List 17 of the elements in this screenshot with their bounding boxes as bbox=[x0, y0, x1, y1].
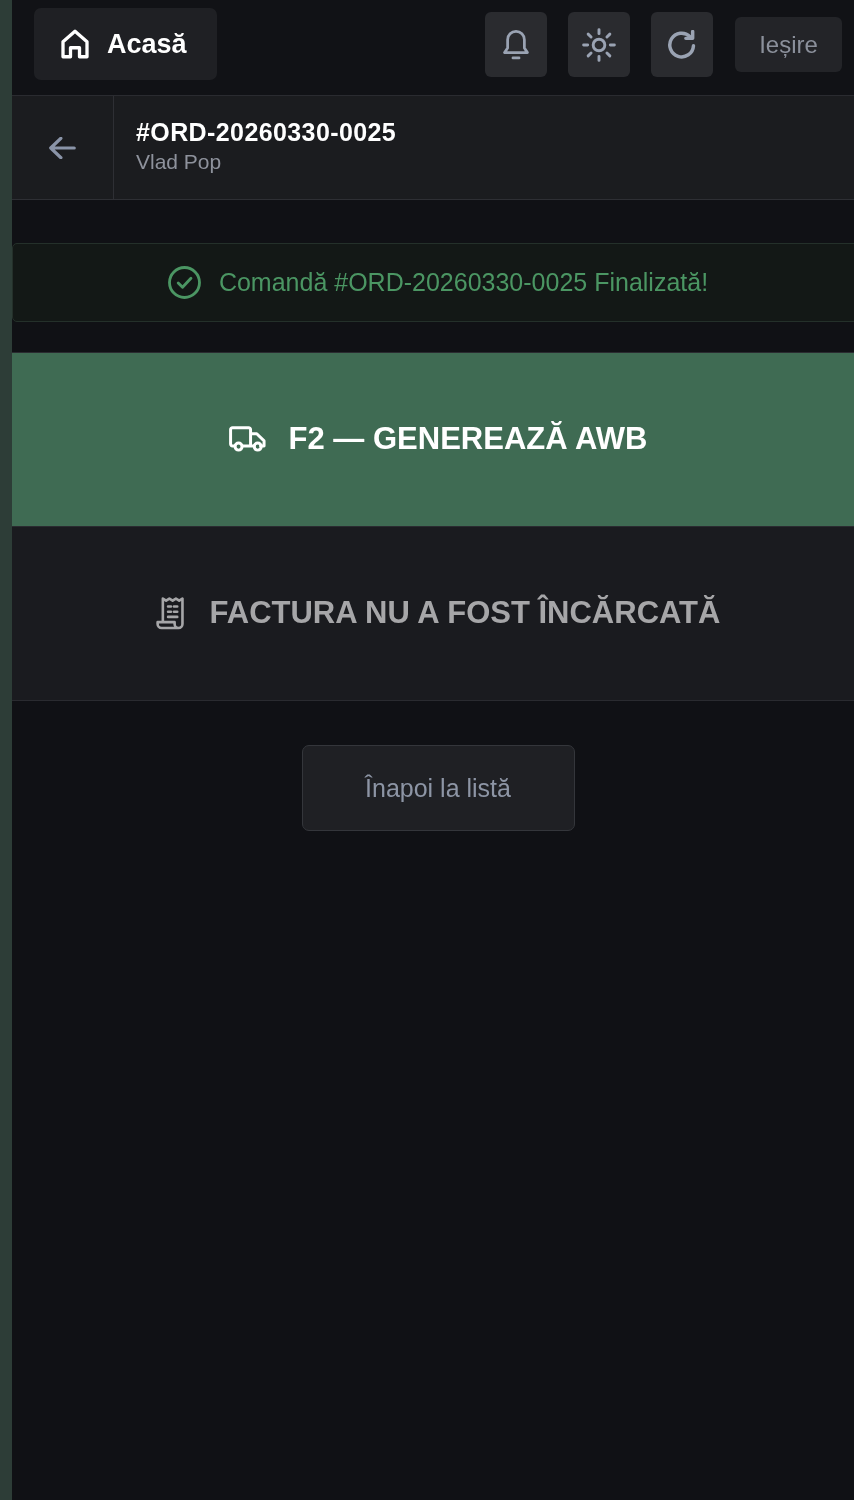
logout-button[interactable]: Ieșire bbox=[735, 17, 842, 72]
notifications-button[interactable] bbox=[485, 12, 547, 77]
back-to-list-button[interactable]: Înapoi la listă bbox=[301, 745, 575, 831]
home-button[interactable]: Acasă bbox=[34, 8, 217, 80]
generate-awb-button[interactable]: F2 — GENEREAZĂ AWB bbox=[12, 353, 854, 527]
bell-icon bbox=[502, 28, 530, 61]
success-message: Comandă #ORD-20260330-0025 Finalizată! bbox=[218, 268, 709, 297]
truck-icon bbox=[228, 425, 267, 452]
home-icon bbox=[60, 29, 90, 59]
order-number: #ORD-20260330-0025 bbox=[136, 117, 397, 147]
sun-icon bbox=[582, 27, 616, 62]
theme-toggle-button[interactable] bbox=[568, 12, 630, 77]
customer-name: Vlad Pop bbox=[136, 149, 223, 174]
refresh-icon bbox=[667, 29, 697, 60]
refresh-button[interactable] bbox=[651, 12, 713, 77]
back-arrow-icon bbox=[48, 136, 77, 159]
check-circle-icon bbox=[167, 266, 201, 299]
